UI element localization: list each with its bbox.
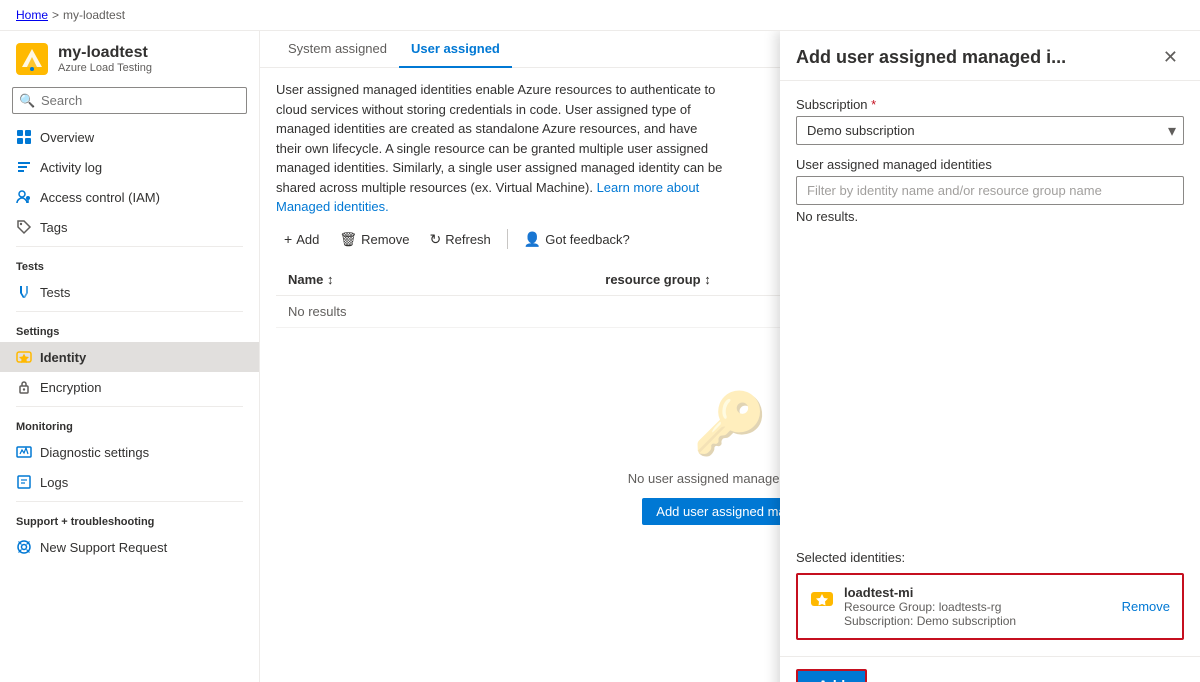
panel-header: Add user assigned managed i... ✕ xyxy=(780,31,1200,81)
remove-button[interactable]: 🗑 Remove xyxy=(331,227,417,252)
refresh-label: Refresh xyxy=(445,232,491,247)
diagnostic-label: Diagnostic settings xyxy=(40,445,149,460)
identity-filter-label: User assigned managed identities xyxy=(796,157,1184,172)
add-icon: + xyxy=(284,231,292,247)
search-input[interactable] xyxy=(12,87,247,114)
support-icon xyxy=(16,539,32,555)
logs-label: Logs xyxy=(40,475,68,490)
feedback-button[interactable]: 👤 Got feedback? xyxy=(516,227,638,252)
sidebar-item-tags[interactable]: Tags xyxy=(0,212,259,242)
tests-icon xyxy=(16,284,32,300)
sidebar-item-logs[interactable]: Logs xyxy=(0,467,259,497)
divider-monitoring xyxy=(16,406,243,407)
activity-log-icon xyxy=(16,159,32,175)
selected-identities-section: Selected identities: loadtest-mi Resourc… xyxy=(796,550,1184,640)
access-control-label: Access control (IAM) xyxy=(40,190,160,205)
sidebar-item-diagnostic[interactable]: Diagnostic settings xyxy=(0,437,259,467)
refresh-icon: ↻ xyxy=(430,231,442,248)
info-text: User assigned managed identities enable … xyxy=(276,80,726,217)
section-label-settings: Settings xyxy=(0,316,259,342)
subscription-select[interactable]: Demo subscription xyxy=(796,116,1184,145)
identity-resource-group: Resource Group: loadtests-rg xyxy=(844,600,1112,614)
selected-identities-label: Selected identities: xyxy=(796,550,1184,565)
add-label: Add xyxy=(296,232,319,247)
learn-more-link[interactable]: Learn more about Managed identities. xyxy=(276,180,699,215)
add-button[interactable]: + Add xyxy=(276,227,327,251)
logs-icon xyxy=(16,474,32,490)
remove-label: Remove xyxy=(361,232,409,247)
sidebar-resource-type: Azure Load Testing xyxy=(58,62,152,74)
sidebar-item-encryption[interactable]: Encryption xyxy=(0,372,259,402)
empty-state-icon: 🔑 xyxy=(693,388,768,459)
panel-spacer xyxy=(796,240,1184,538)
identity-card-icon xyxy=(810,587,834,616)
sidebar-item-activity-log[interactable]: Activity log xyxy=(0,152,259,182)
overview-label: Overview xyxy=(40,130,94,145)
panel-title: Add user assigned managed i... xyxy=(796,47,1066,68)
subscription-field: Subscription * Demo subscription ▾ xyxy=(796,97,1184,145)
breadcrumb-current: my-loadtest xyxy=(63,8,125,22)
sidebar-item-identity[interactable]: Identity xyxy=(0,342,259,372)
refresh-button[interactable]: ↻ Refresh xyxy=(422,227,499,252)
subscription-select-wrapper: Demo subscription ▾ xyxy=(796,116,1184,145)
breadcrumb-home[interactable]: Home xyxy=(16,8,48,22)
divider-support xyxy=(16,501,243,502)
divider-tests xyxy=(16,246,243,247)
sidebar-search-container: 🔍 xyxy=(12,87,247,114)
tests-label: Tests xyxy=(40,285,70,300)
selected-identity-card: loadtest-mi Resource Group: loadtests-rg… xyxy=(796,573,1184,640)
side-panel: Add user assigned managed i... ✕ Subscri… xyxy=(780,31,1200,682)
encryption-icon xyxy=(16,379,32,395)
identity-label: Identity xyxy=(40,350,86,365)
panel-footer: Add xyxy=(780,656,1200,682)
identity-filter-input[interactable] xyxy=(796,176,1184,205)
azure-loadtest-icon xyxy=(16,43,48,75)
search-icon: 🔍 xyxy=(19,93,35,109)
tags-label: Tags xyxy=(40,220,67,235)
sidebar-resource-name: my-loadtest xyxy=(58,44,152,62)
overview-icon xyxy=(16,129,32,145)
required-asterisk: * xyxy=(871,97,876,112)
remove-icon: 🗑 xyxy=(339,231,357,248)
diagnostic-icon xyxy=(16,444,32,460)
encryption-label: Encryption xyxy=(40,380,101,395)
divider-settings xyxy=(16,311,243,312)
sidebar-title-block: my-loadtest Azure Load Testing xyxy=(58,44,152,74)
content-area: System assigned User assigned User assig… xyxy=(260,31,1200,682)
tab-system-assigned[interactable]: System assigned xyxy=(276,31,399,68)
breadcrumb: Home > my-loadtest xyxy=(0,0,1200,31)
feedback-icon: 👤 xyxy=(524,231,541,248)
new-support-label: New Support Request xyxy=(40,540,167,555)
identity-name: loadtest-mi xyxy=(844,585,1112,600)
tab-user-assigned[interactable]: User assigned xyxy=(399,31,512,68)
sidebar: my-loadtest Azure Load Testing 🔍 Overvie… xyxy=(0,31,260,682)
toolbar-separator xyxy=(507,229,508,249)
panel-add-button[interactable]: Add xyxy=(796,669,867,682)
identity-card-info: loadtest-mi Resource Group: loadtests-rg… xyxy=(844,585,1112,628)
sidebar-item-new-support[interactable]: New Support Request xyxy=(0,532,259,562)
sidebar-item-overview[interactable]: Overview xyxy=(0,122,259,152)
sidebar-header: my-loadtest Azure Load Testing xyxy=(0,31,259,83)
subscription-label: Subscription * xyxy=(796,97,1184,112)
section-label-support: Support + troubleshooting xyxy=(0,506,259,532)
sidebar-item-access-control[interactable]: Access control (IAM) xyxy=(0,182,259,212)
col-name[interactable]: Name ↕ xyxy=(276,264,593,296)
activity-log-label: Activity log xyxy=(40,160,102,175)
panel-body: Subscription * Demo subscription ▾ User … xyxy=(780,81,1200,656)
filter-no-results: No results. xyxy=(796,205,1184,228)
identity-remove-button[interactable]: Remove xyxy=(1122,599,1170,614)
breadcrumb-separator: > xyxy=(52,8,59,22)
feedback-label: Got feedback? xyxy=(545,232,630,247)
section-label-monitoring: Monitoring xyxy=(0,411,259,437)
access-control-icon xyxy=(16,189,32,205)
panel-close-button[interactable]: ✕ xyxy=(1157,45,1184,70)
tags-icon xyxy=(16,219,32,235)
identity-subscription: Subscription: Demo subscription xyxy=(844,614,1112,628)
identity-icon xyxy=(16,349,32,365)
identity-filter-field: User assigned managed identities No resu… xyxy=(796,157,1184,228)
section-label-tests: Tests xyxy=(0,251,259,277)
sidebar-item-tests[interactable]: Tests xyxy=(0,277,259,307)
